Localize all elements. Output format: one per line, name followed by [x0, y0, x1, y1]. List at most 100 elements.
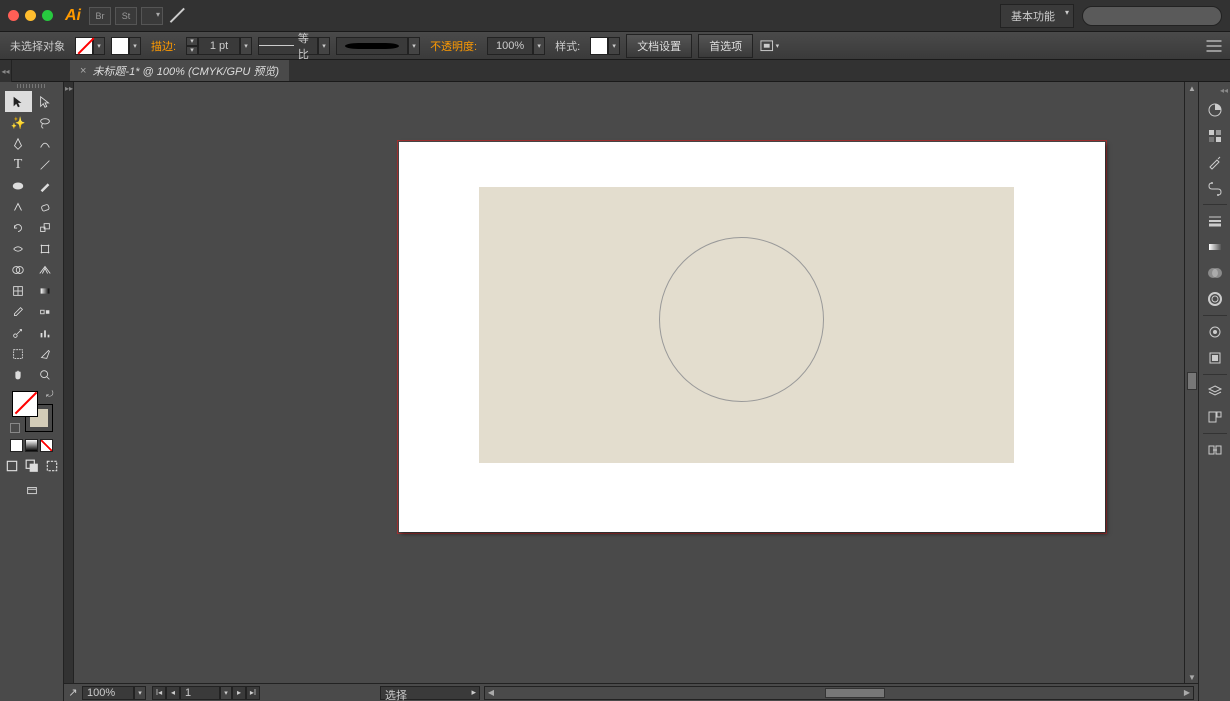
vertical-scrollbar[interactable]: ▲ ▼ [1184, 82, 1198, 683]
minimize-window-button[interactable] [25, 10, 36, 21]
document-tab[interactable]: × 未标题-1* @ 100% (CMYK/GPU 预览) [70, 60, 289, 81]
stroke-dropdown[interactable] [129, 37, 141, 55]
bridge-button[interactable]: Br [89, 7, 111, 25]
width-tool[interactable] [5, 238, 32, 259]
type-tool[interactable]: T [5, 154, 32, 175]
search-input[interactable] [1082, 6, 1222, 26]
ellipse-tool[interactable] [5, 175, 32, 196]
graphic-style-dropdown[interactable] [608, 37, 620, 55]
hand-tool[interactable] [5, 364, 32, 385]
scroll-down-button[interactable]: ▼ [1187, 671, 1197, 683]
cc-libraries-panel-button[interactable] [1203, 287, 1227, 311]
close-window-button[interactable] [8, 10, 19, 21]
stroke-profile[interactable]: 等比 [258, 37, 318, 55]
color-panel-button[interactable] [1203, 98, 1227, 122]
stroke-weight-input[interactable] [198, 37, 240, 55]
column-graph-tool[interactable] [32, 322, 59, 343]
color-mode-none[interactable] [40, 439, 53, 452]
magic-wand-tool[interactable]: ✨ [5, 112, 32, 133]
shaper-tool[interactable] [5, 196, 32, 217]
links-panel-button[interactable] [1203, 438, 1227, 462]
preferences-button[interactable]: 首选项 [698, 34, 753, 58]
paintbrush-tool[interactable] [32, 175, 59, 196]
brushes-panel-button[interactable] [1203, 150, 1227, 174]
scale-tool[interactable] [32, 217, 59, 238]
workspace-switcher[interactable]: 基本功能 [1000, 4, 1074, 28]
stroke-swatch[interactable] [111, 37, 129, 55]
first-artboard-button[interactable]: I◂ [152, 686, 166, 700]
export-icon[interactable]: ↗ [64, 686, 82, 699]
slice-tool[interactable] [32, 343, 59, 364]
collapse-right-icon[interactable]: ◂◂ [1220, 86, 1228, 95]
eyedropper-tool[interactable] [5, 301, 32, 322]
vertical-scroll-thumb[interactable] [1187, 372, 1197, 390]
stroke-weight-down[interactable] [186, 46, 198, 55]
scroll-right-button[interactable]: ▶ [1181, 688, 1193, 698]
shape-builder-tool[interactable] [5, 259, 32, 280]
stock-button[interactable]: St [115, 7, 137, 25]
draw-behind[interactable] [23, 458, 41, 474]
artboard[interactable] [399, 142, 1105, 532]
stroke-panel-button[interactable] [1203, 209, 1227, 233]
stroke-weight-up[interactable] [186, 37, 198, 46]
perspective-grid-tool[interactable] [32, 259, 59, 280]
last-artboard-button[interactable]: ▸I [246, 686, 260, 700]
prev-artboard-button[interactable]: ◂ [166, 686, 180, 700]
graphic-style-swatch[interactable] [590, 37, 608, 55]
artboard-number-input[interactable] [180, 686, 220, 700]
document-setup-button[interactable]: 文档设置 [626, 34, 692, 58]
direct-selection-tool[interactable] [32, 91, 59, 112]
fill-color-indicator[interactable] [12, 391, 38, 417]
appearance-panel-button[interactable] [1203, 320, 1227, 344]
gradient-panel-button[interactable] [1203, 235, 1227, 259]
zoom-tool[interactable] [32, 364, 59, 385]
selection-tool[interactable] [5, 91, 32, 112]
rotate-tool[interactable] [5, 217, 32, 238]
zoom-dropdown[interactable] [134, 686, 146, 700]
circle-object[interactable] [659, 237, 824, 402]
layers-panel-button[interactable] [1203, 379, 1227, 403]
opacity-dropdown[interactable] [533, 37, 545, 55]
blend-tool[interactable] [32, 301, 59, 322]
artboard-dropdown[interactable] [220, 686, 232, 700]
left-panel-gutter[interactable]: ▸▸ [64, 82, 74, 683]
brush-definition[interactable] [336, 37, 408, 55]
scroll-up-button[interactable]: ▲ [1187, 82, 1197, 94]
horizontal-scrollbar[interactable]: ◀ ▶ [484, 686, 1194, 700]
stroke-weight-dropdown[interactable] [240, 37, 252, 55]
control-bar-menu[interactable] [1204, 37, 1224, 55]
color-mode-gradient[interactable] [25, 439, 38, 452]
draw-inside[interactable] [43, 458, 61, 474]
close-tab-button[interactable]: × [80, 65, 86, 77]
horizontal-scroll-thumb[interactable] [825, 688, 885, 698]
color-mode-solid[interactable] [10, 439, 23, 452]
zoom-level-input[interactable] [82, 686, 134, 700]
fill-stroke-indicator[interactable]: ⤾ [12, 391, 52, 431]
next-artboard-button[interactable]: ▸ [232, 686, 246, 700]
tools-grip[interactable] [17, 84, 47, 88]
draw-normal[interactable] [3, 458, 21, 474]
line-tool[interactable] [32, 154, 59, 175]
brush-dropdown[interactable] [408, 37, 420, 55]
swatches-panel-button[interactable] [1203, 124, 1227, 148]
canvas-area[interactable]: ▸▸ ▲ ▼ ↗ I◂ ◂ ▸ ▸I 选择 ◀ [64, 82, 1198, 701]
gpu-preview-button[interactable] [167, 7, 189, 25]
opacity-label[interactable]: 不透明度: [426, 38, 481, 54]
opacity-input[interactable] [487, 37, 533, 55]
screen-mode-button[interactable] [18, 480, 45, 501]
curvature-tool[interactable] [32, 133, 59, 154]
graphic-styles-panel-button[interactable] [1203, 346, 1227, 370]
current-tool-display[interactable]: 选择 [380, 686, 480, 700]
eraser-tool[interactable] [32, 196, 59, 217]
left-collapse-tab[interactable]: ◂◂ [0, 60, 12, 82]
align-to-dropdown[interactable]: ▾ [759, 37, 779, 55]
free-transform-tool[interactable] [32, 238, 59, 259]
artboards-panel-button[interactable] [1203, 405, 1227, 429]
maximize-window-button[interactable] [42, 10, 53, 21]
transparency-panel-button[interactable] [1203, 261, 1227, 285]
fill-swatch[interactable] [75, 37, 93, 55]
mesh-tool[interactable] [5, 280, 32, 301]
stroke-profile-dropdown[interactable] [318, 37, 330, 55]
swap-fill-stroke[interactable]: ⤾ [46, 389, 54, 400]
lasso-tool[interactable] [32, 112, 59, 133]
